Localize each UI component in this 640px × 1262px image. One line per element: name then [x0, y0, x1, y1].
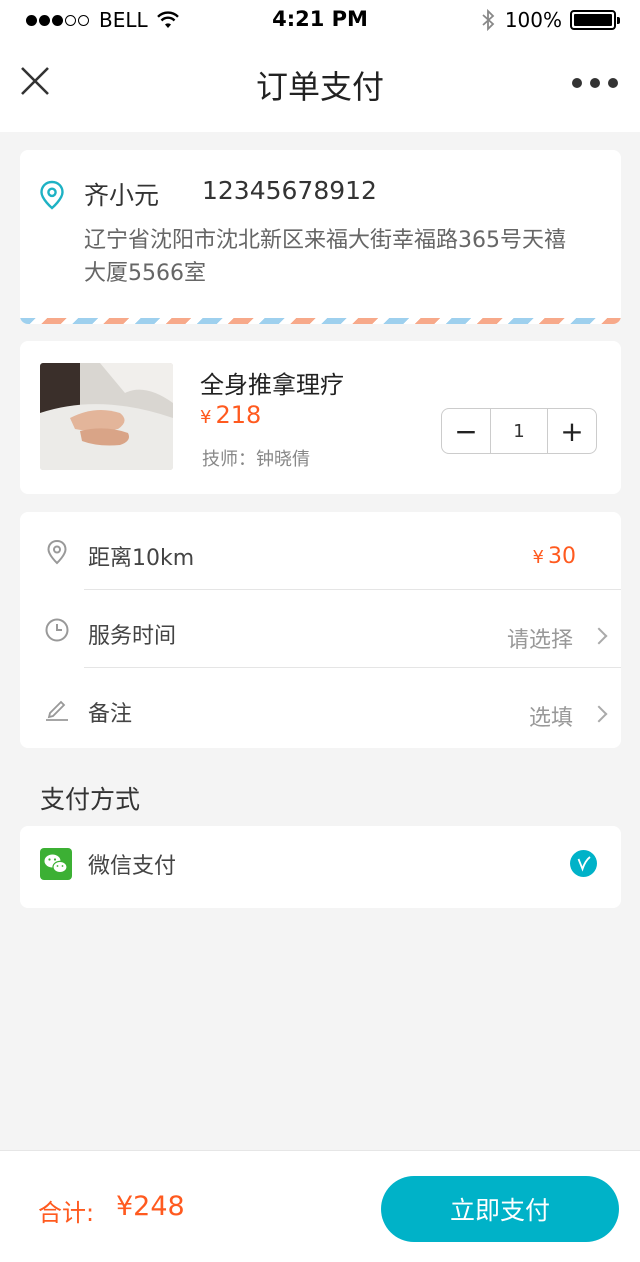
order-details-card: 距离10km ¥30 服务时间 请选择 备注 选填 [20, 512, 621, 748]
status-bar: BELL 4:21 PM 100% [0, 0, 640, 40]
decrease-button[interactable]: − [442, 409, 490, 453]
service-name: 全身推拿理疗 [200, 371, 344, 399]
note-value: 选填 [528, 706, 573, 731]
more-icon[interactable] [564, 78, 618, 88]
increase-button[interactable]: + [548, 409, 596, 453]
quantity-stepper: − 1 + [441, 408, 597, 454]
check-icon[interactable] [570, 850, 597, 877]
wechat-pay-option[interactable]: 微信支付 [20, 826, 621, 908]
service-time-value: 请选择 [506, 628, 573, 653]
address-card[interactable]: 齐小元 12345678912 辽宁省沈阳市沈北新区来福大街幸福路365号天禧大… [20, 150, 621, 324]
wechat-icon [40, 848, 72, 880]
status-right: 100% [481, 8, 620, 32]
wechat-pay-label: 微信支付 [88, 854, 177, 879]
distance-label: 距离10km [88, 546, 195, 571]
bluetooth-icon [482, 8, 495, 32]
payment-method-header: 支付方式 [40, 785, 141, 814]
location-icon [47, 539, 67, 565]
fee-currency: ¥ [532, 547, 544, 568]
service-time-label: 服务时间 [88, 624, 177, 649]
bottom-checkout-bar: 合计: ¥248 立即支付 [0, 1150, 640, 1262]
price-currency: ¥ [200, 407, 212, 428]
service-thumbnail [40, 363, 173, 470]
distance-fee: ¥30 [533, 544, 576, 569]
nav-bar: 订单支付 [0, 40, 640, 132]
fee-value: 30 [548, 544, 576, 569]
technician-label: 技师：钟晓倩 [202, 449, 310, 470]
pencil-icon [46, 700, 68, 721]
total-label: 合计: [38, 1199, 95, 1227]
airmail-border [20, 318, 621, 324]
service-item-card: 全身推拿理疗 ¥218 技师：钟晓倩 − 1 + [20, 341, 621, 494]
battery-percent: 100% [504, 8, 562, 32]
quantity-value[interactable]: 1 [490, 409, 548, 453]
chevron-right-icon [590, 705, 608, 723]
page-title: 订单支付 [255, 68, 384, 106]
service-time-row[interactable]: 服务时间 请选择 [20, 590, 621, 668]
address-text: 辽宁省沈阳市沈北新区来福大街幸福路365号天禧大厦5566室 [84, 228, 566, 286]
total-value: ¥248 [116, 1191, 185, 1222]
chevron-right-icon [590, 627, 608, 645]
note-label: 备注 [88, 702, 133, 727]
service-price: ¥218 [200, 401, 261, 429]
distance-row: 距离10km ¥30 [20, 512, 621, 590]
recipient-phone: 12345678912 [202, 176, 377, 205]
pay-now-button[interactable]: 立即支付 [381, 1176, 619, 1242]
clock-icon [45, 618, 69, 642]
location-pin-icon [40, 180, 64, 210]
battery-icon [570, 10, 620, 30]
note-row[interactable]: 备注 选填 [20, 668, 621, 746]
recipient-name: 齐小元 [84, 181, 160, 210]
price-value: 218 [215, 401, 262, 429]
